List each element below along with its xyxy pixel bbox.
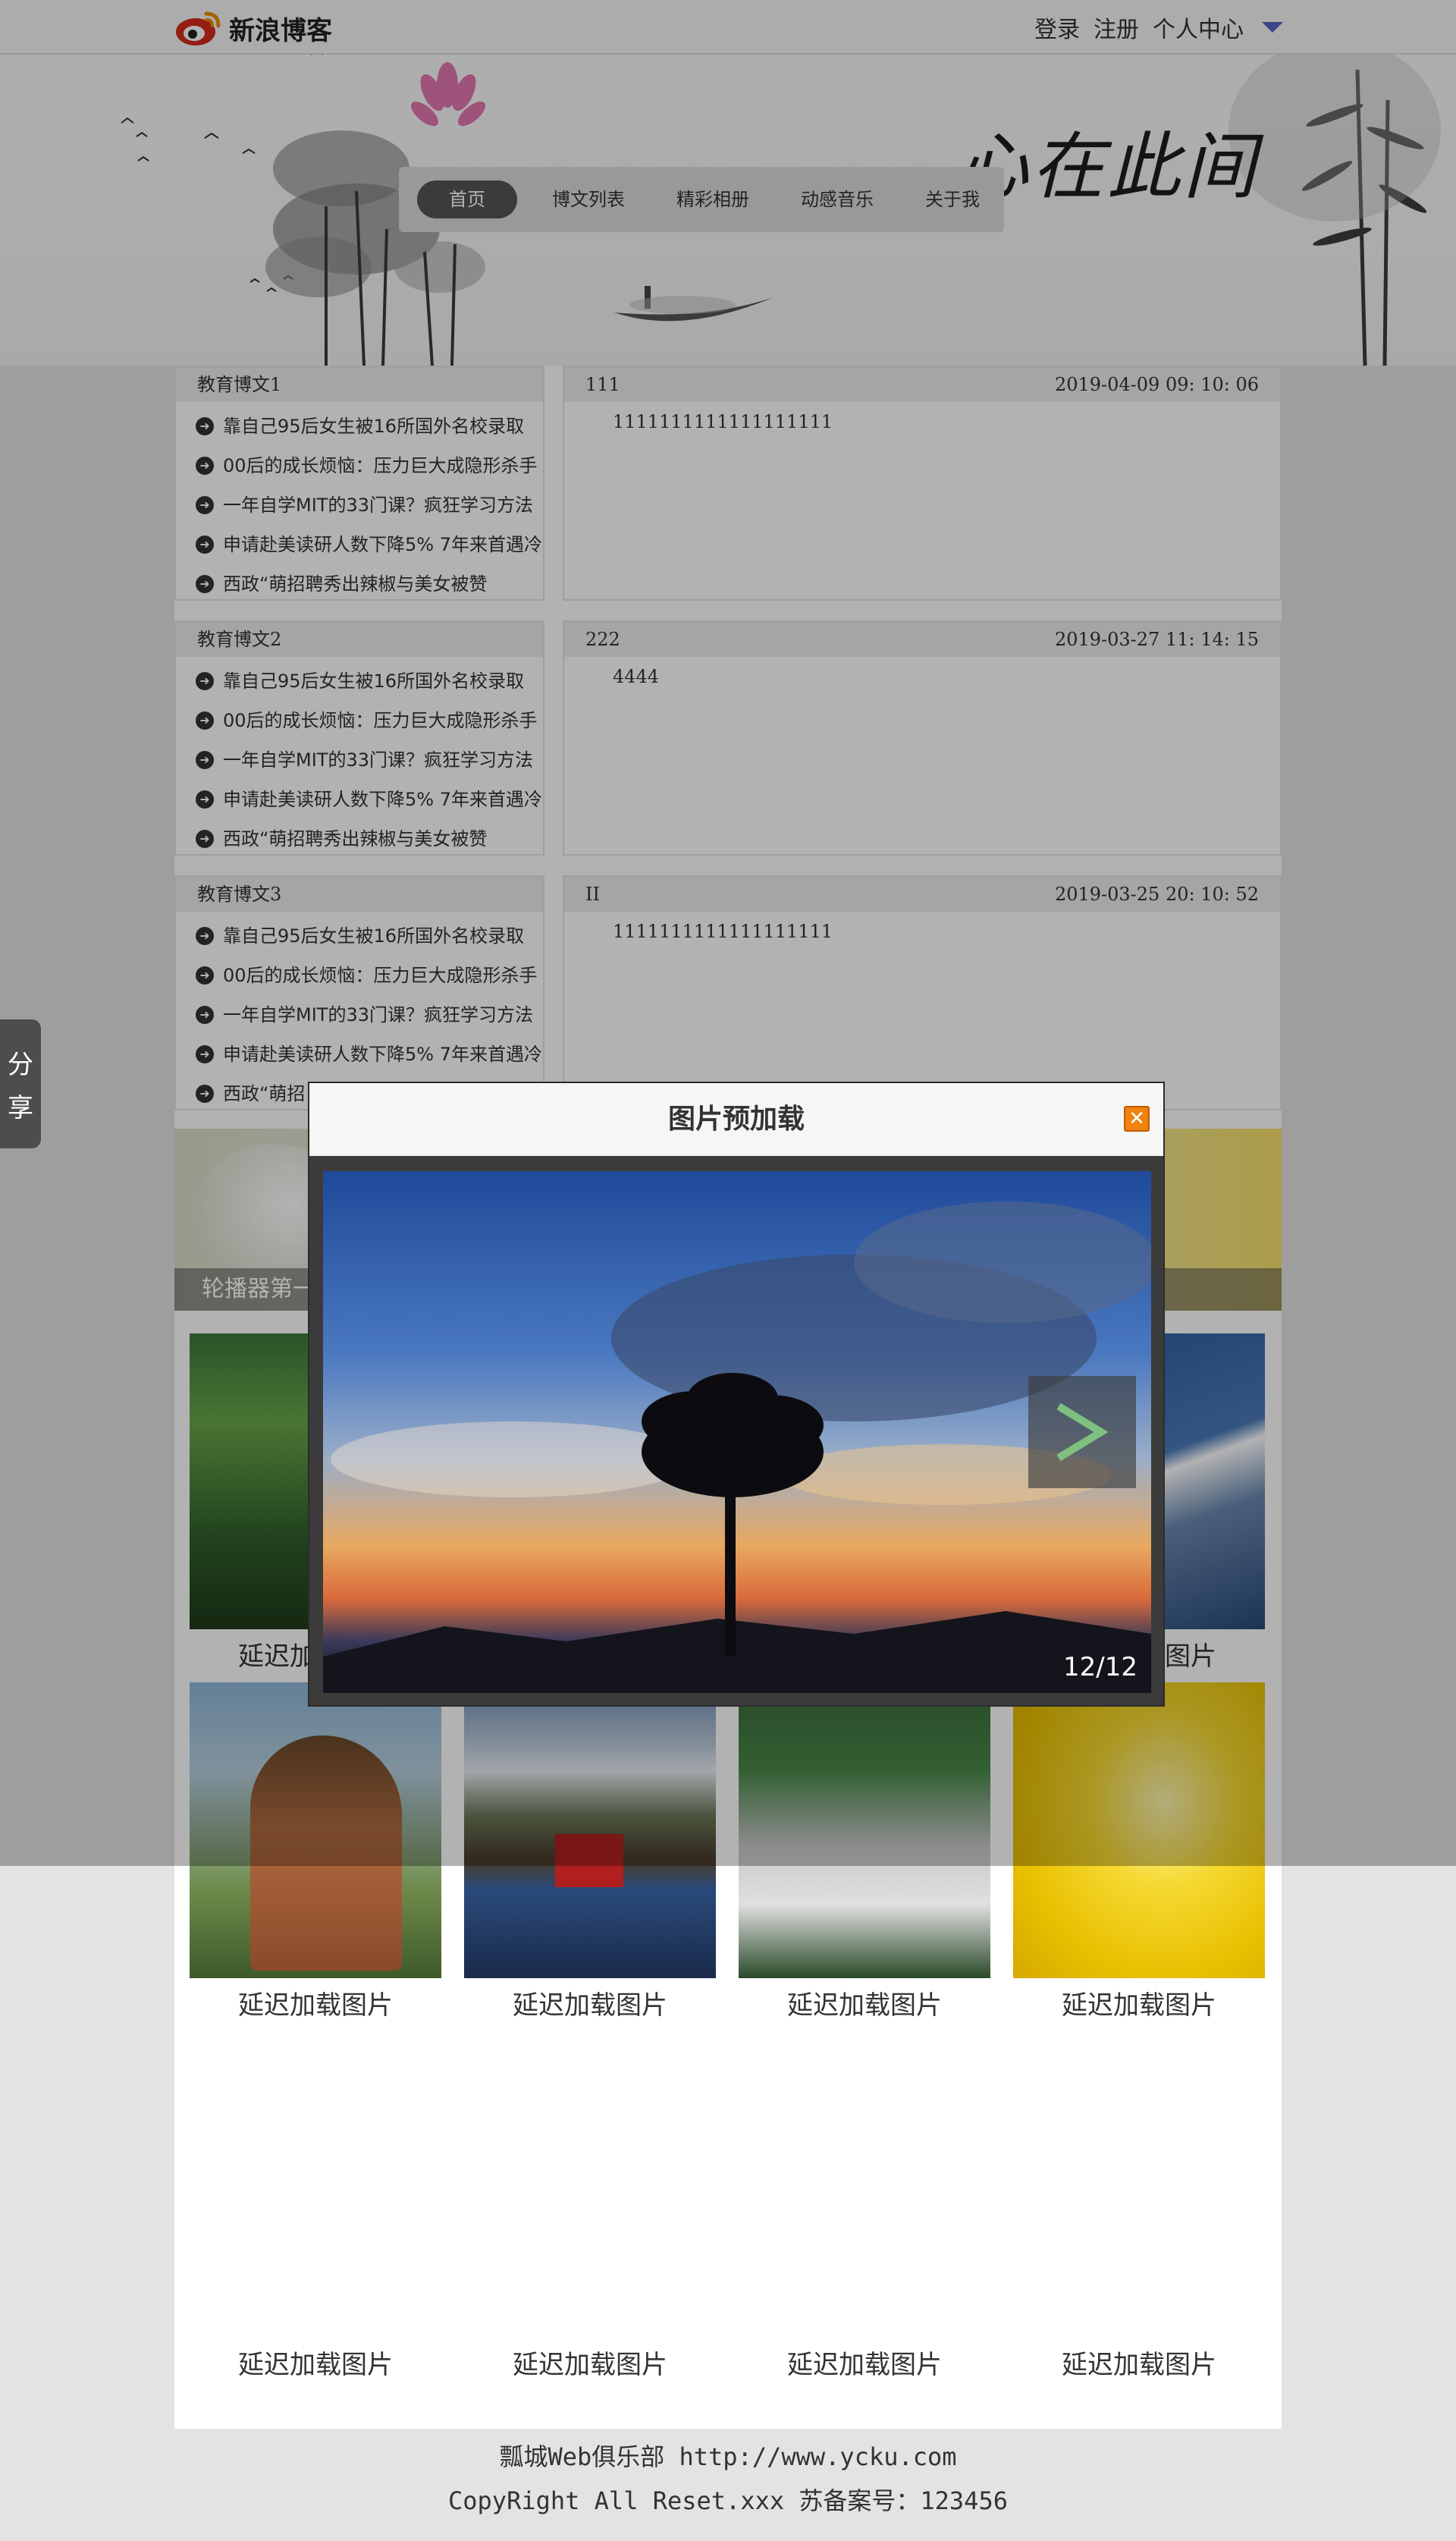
gallery-item[interactable]: 延迟加载图片 bbox=[190, 2042, 441, 2381]
gallery-caption: 延迟加载图片 bbox=[238, 2350, 393, 2380]
gallery-caption: 延迟加载图片 bbox=[1062, 2350, 1216, 2380]
footer-club-line: 瓢城Web俱乐部 http://www.ycku.com bbox=[499, 2442, 957, 2471]
sunset-tree-photo bbox=[323, 1171, 1151, 1693]
share-char: 享 bbox=[8, 1093, 33, 1123]
gallery-caption: 延迟加载图片 bbox=[513, 1990, 667, 2021]
footer: 瓢城Web俱乐部 http://www.ycku.com CopyRight A… bbox=[0, 2435, 1456, 2523]
share-char: 分 bbox=[8, 1050, 33, 1080]
gallery-caption: 延迟加载图片 bbox=[787, 2350, 942, 2380]
next-image-button[interactable] bbox=[1028, 1376, 1136, 1488]
image-counter: 12/12 bbox=[1063, 1652, 1138, 1682]
gallery-caption: 延迟加载图片 bbox=[1062, 1990, 1216, 2021]
gallery-image-placeholder bbox=[190, 2042, 441, 2338]
close-icon[interactable]: ✕ bbox=[1124, 1106, 1150, 1132]
gallery-image-placeholder bbox=[739, 2042, 990, 2338]
dialog-title: 图片预加载 bbox=[667, 1104, 805, 1135]
gallery-caption: 延迟加载图片 bbox=[787, 1990, 942, 2021]
footer-copyright: CopyRight All Reset.xxx 苏备案号：123456 bbox=[448, 2486, 1008, 2515]
dialog-header: 图片预加载 ✕ bbox=[309, 1083, 1163, 1156]
preview-image: 12/12 bbox=[323, 1171, 1151, 1693]
gallery-caption: 延迟加载图片 bbox=[513, 2350, 667, 2380]
gallery-item[interactable]: 延迟加载图片 bbox=[464, 2042, 716, 2381]
image-preload-dialog: 图片预加载 ✕ 12/12 bbox=[308, 1082, 1165, 1707]
share-tab[interactable]: 分 享 bbox=[0, 1019, 41, 1148]
gallery-item[interactable]: 延迟加载图片 bbox=[1013, 2042, 1265, 2381]
gallery-caption: 延迟加载图片 bbox=[238, 1990, 393, 2021]
chevron-right-icon bbox=[1056, 1402, 1109, 1462]
gallery-image-placeholder bbox=[1013, 2042, 1265, 2338]
gallery-item[interactable]: 延迟加载图片 bbox=[739, 2042, 990, 2381]
gallery-image-placeholder bbox=[464, 2042, 716, 2338]
